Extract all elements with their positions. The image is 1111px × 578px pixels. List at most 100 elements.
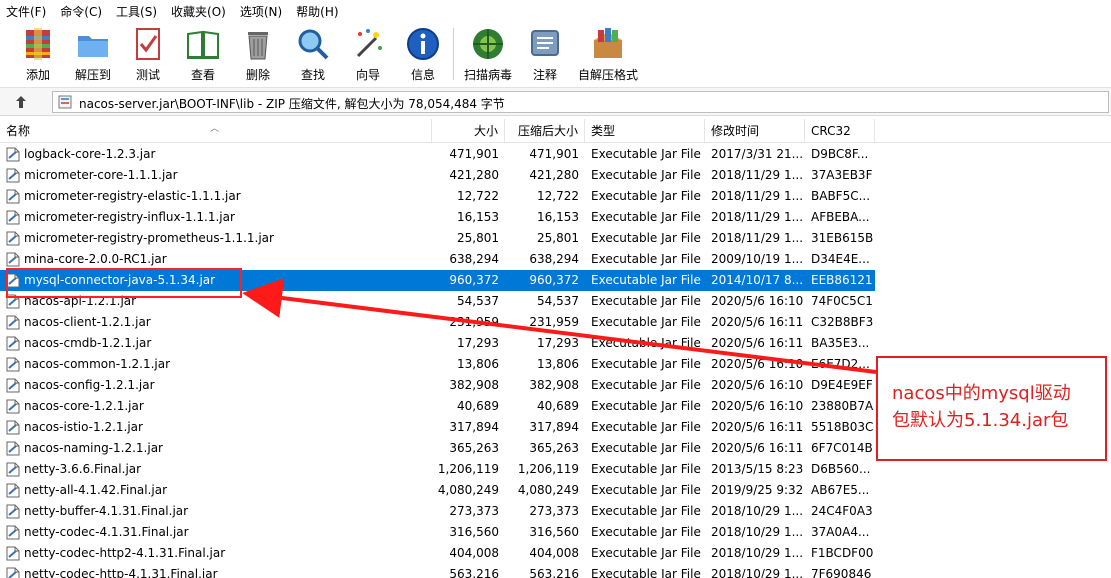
table-row[interactable]: nacos-core-1.2.1.jar 40,689 40,689 Executab… bbox=[0, 396, 875, 417]
table-row[interactable]: netty-3.6.6.Final.jar 1,206,119 1,206,119 E… bbox=[0, 459, 875, 480]
column-size[interactable]: 大小 bbox=[432, 119, 505, 143]
cell-name: netty-codec-4.1.31.Final.jar bbox=[24, 525, 189, 539]
table-row[interactable]: nacos-config-1.2.1.jar 382,908 382,908 Exec… bbox=[0, 375, 875, 396]
find-icon bbox=[298, 29, 329, 60]
cell-crc: 37A3EB3F bbox=[811, 168, 873, 182]
up-folder-button[interactable] bbox=[10, 91, 32, 113]
cell-packed: 13,806 bbox=[537, 357, 579, 371]
column-type[interactable]: 类型 bbox=[585, 119, 705, 143]
table-row[interactable]: mina-core-2.0.0-RC1.jar 638,294 638,294 Exe… bbox=[0, 249, 875, 270]
cell-modified: 2020/5/6 16:10 bbox=[711, 378, 804, 392]
table-row[interactable]: micrometer-registry-influx-1.1.1.jar 16,1… bbox=[0, 207, 875, 228]
toolbar-button[interactable]: 注释 bbox=[517, 24, 573, 84]
column-modified[interactable]: 修改时间 bbox=[705, 119, 805, 143]
cell-crc: BA35E3... bbox=[811, 336, 870, 350]
menu-item[interactable]: 文件(F) bbox=[6, 3, 46, 20]
toolbar-button[interactable]: 查看 bbox=[175, 24, 231, 84]
cell-type: Executable Jar File bbox=[591, 336, 701, 350]
table-row[interactable]: nacos-common-1.2.1.jar 13,806 13,806 Execut… bbox=[0, 354, 875, 375]
cell-size: 25,801 bbox=[457, 231, 499, 245]
cell-packed: 25,801 bbox=[537, 231, 579, 245]
add-archive-icon bbox=[26, 28, 50, 60]
annotation-line-2: 包默认为5.1.34.jar包 bbox=[892, 410, 1069, 431]
table-row[interactable]: micrometer-core-1.1.1.jar 421,280 421,280 E… bbox=[0, 165, 875, 186]
table-row[interactable]: logback-core-1.2.3.jar 471,901 471,901 Exec… bbox=[0, 144, 875, 165]
table-row[interactable]: netty-codec-http-4.1.31.Final.jar 563,216… bbox=[0, 564, 875, 578]
cell-packed: 421,280 bbox=[529, 168, 579, 182]
cell-crc: D9BC8F... bbox=[811, 147, 869, 161]
table-row[interactable]: netty-codec-http2-4.1.31.Final.jar 404,00… bbox=[0, 543, 875, 564]
table-row[interactable]: nacos-cmdb-1.2.1.jar 17,293 17,293 Executab… bbox=[0, 333, 875, 354]
cell-packed: 12,722 bbox=[537, 189, 579, 203]
menu-item[interactable]: 工具(S) bbox=[116, 3, 157, 20]
toolbar-button[interactable]: 测试 bbox=[120, 24, 176, 84]
cell-name: nacos-istio-1.2.1.jar bbox=[24, 420, 143, 434]
path-field[interactable]: nacos-server.jar\BOOT-INF\lib - ZIP 压缩文件… bbox=[52, 91, 1109, 113]
menu-item[interactable]: 命令(C) bbox=[60, 3, 102, 20]
wizard-icon bbox=[356, 29, 382, 58]
cell-size: 12,722 bbox=[457, 189, 499, 203]
cell-modified: 2019/9/25 9:32 bbox=[711, 483, 804, 497]
column-packed-label: 压缩后大小 bbox=[517, 124, 578, 138]
cell-modified: 2018/11/29 1... bbox=[711, 168, 804, 182]
toolbar-button[interactable]: 自解压格式 bbox=[578, 24, 638, 84]
cell-modified: 2018/10/29 1... bbox=[711, 504, 804, 518]
cell-packed: 638,294 bbox=[529, 252, 579, 266]
column-crc[interactable]: CRC32 bbox=[805, 119, 875, 143]
cell-packed: 4,080,249 bbox=[517, 483, 579, 497]
jar-file-icon bbox=[6, 147, 20, 162]
cell-packed: 17,293 bbox=[537, 336, 579, 350]
table-row[interactable]: micrometer-registry-prometheus-1.1.1.jar… bbox=[0, 228, 875, 249]
cell-packed: 1,206,119 bbox=[517, 462, 579, 476]
cell-crc: 31EB615B bbox=[811, 231, 874, 245]
toolbar-button[interactable]: 删除 bbox=[230, 24, 286, 84]
table-row[interactable]: netty-buffer-4.1.31.Final.jar 273,373 273,… bbox=[0, 501, 875, 522]
menu-item[interactable]: 选项(N) bbox=[240, 3, 282, 20]
toolbar-button[interactable]: 信息 bbox=[395, 24, 451, 84]
cell-modified: 2020/5/6 16:10 bbox=[711, 399, 804, 413]
cell-modified: 2009/10/19 1... bbox=[711, 252, 804, 266]
table-row[interactable]: nacos-naming-1.2.1.jar 365,263 365,263 Exec… bbox=[0, 438, 875, 459]
cell-type: Executable Jar File bbox=[591, 168, 701, 182]
cell-crc: E6E7D2... bbox=[811, 357, 870, 371]
cell-modified: 2020/5/6 16:10 bbox=[711, 357, 804, 371]
cell-name: micrometer-registry-prometheus-1.1.1.jar bbox=[24, 231, 274, 245]
jar-file-icon bbox=[6, 504, 20, 519]
cell-type: Executable Jar File bbox=[591, 189, 701, 203]
cell-size: 316,560 bbox=[449, 525, 499, 539]
column-crc-label: CRC32 bbox=[811, 124, 851, 138]
toolbar-button[interactable]: 添加 bbox=[10, 24, 66, 84]
cell-modified: 2020/5/6 16:10 bbox=[711, 294, 804, 308]
cell-name: netty-all-4.1.42.Final.jar bbox=[24, 483, 168, 497]
menu-item[interactable]: 收藏夹(O) bbox=[171, 3, 226, 20]
toolbar-button[interactable]: 解压到 bbox=[65, 24, 121, 84]
toolbar-button[interactable]: 查找 bbox=[285, 24, 341, 84]
cell-size: 17,293 bbox=[457, 336, 499, 350]
jar-file-icon bbox=[6, 336, 20, 351]
column-modified-label: 修改时间 bbox=[711, 124, 760, 138]
cell-type: Executable Jar File bbox=[591, 147, 701, 161]
cell-name: nacos-naming-1.2.1.jar bbox=[24, 441, 163, 455]
table-row[interactable]: micrometer-registry-elastic-1.1.1.jar 12,… bbox=[0, 186, 875, 207]
column-name[interactable]: 名称 ︿ bbox=[0, 119, 432, 143]
table-row[interactable]: netty-codec-4.1.31.Final.jar 316,560 316,5… bbox=[0, 522, 875, 543]
cell-type: Executable Jar File bbox=[591, 231, 701, 245]
cell-name: nacos-cmdb-1.2.1.jar bbox=[24, 336, 152, 350]
cell-modified: 2020/5/6 16:11 bbox=[711, 441, 804, 455]
jar-file-icon bbox=[6, 483, 20, 498]
cell-crc: 24C4F0A3 bbox=[811, 504, 873, 518]
menu-item[interactable]: 帮助(H) bbox=[296, 3, 338, 20]
table-row[interactable]: nacos-client-1.2.1.jar 231,959 231,959 Exec… bbox=[0, 312, 875, 333]
column-packed[interactable]: 压缩后大小 bbox=[505, 119, 585, 143]
toolbar-button[interactable]: 向导 bbox=[340, 24, 396, 84]
jar-file-icon bbox=[6, 525, 20, 540]
cell-packed: 273,373 bbox=[529, 504, 579, 518]
toolbar-button[interactable]: 扫描病毒 bbox=[460, 24, 516, 84]
table-row[interactable]: netty-all-4.1.42.Final.jar 4,080,249 4,080… bbox=[0, 480, 875, 501]
cell-size: 421,280 bbox=[449, 168, 499, 182]
jar-file-icon bbox=[6, 189, 20, 204]
table-row[interactable]: nacos-istio-1.2.1.jar 317,894 317,894 Execu… bbox=[0, 417, 875, 438]
cell-modified: 2014/10/17 8... bbox=[711, 273, 804, 287]
jar-file-icon bbox=[6, 378, 20, 393]
menu-bar: 文件(F) 命令(C) 工具(S) 收藏夹(O) 选项(N) 帮助(H) bbox=[0, 0, 1111, 22]
